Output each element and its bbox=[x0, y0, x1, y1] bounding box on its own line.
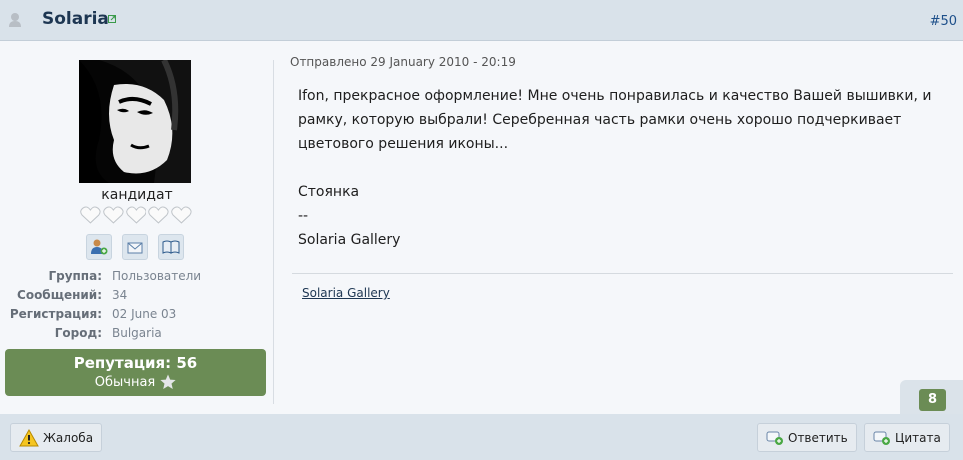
info-row-group: Группа: Пользователи bbox=[0, 267, 274, 286]
open-book-icon bbox=[162, 240, 180, 254]
user-offline-icon bbox=[9, 13, 21, 27]
envelope-icon bbox=[127, 242, 143, 254]
info-key: Сообщений: bbox=[17, 288, 102, 302]
rank-hearts bbox=[80, 206, 192, 226]
reply-icon bbox=[766, 431, 783, 445]
reply-label: Ответить bbox=[788, 430, 848, 445]
warning-icon bbox=[19, 428, 39, 446]
profile-action-icons bbox=[86, 234, 184, 260]
send-message-button[interactable] bbox=[122, 234, 148, 260]
avatar[interactable] bbox=[79, 60, 191, 183]
reputation-level-row: Обычная bbox=[5, 374, 266, 390]
info-row-registration: Регистрация: 02 June 03 bbox=[0, 305, 274, 324]
view-blog-button[interactable] bbox=[158, 234, 184, 260]
quote-label: Цитата bbox=[895, 430, 941, 445]
quote-icon bbox=[873, 431, 890, 445]
add-friend-icon bbox=[91, 239, 108, 255]
post-text-line: Ifon, прекрасное оформление! Мне очень п… bbox=[298, 88, 932, 104]
heart-icon bbox=[80, 206, 101, 224]
post-text-line: Стоянка bbox=[298, 184, 360, 200]
post-body: Ifon, прекрасное оформление! Мне очень п… bbox=[298, 84, 938, 252]
reputation-level: Обычная bbox=[94, 374, 156, 390]
author-profile-panel: кандидат Группа: Пользователи Сообщений:… bbox=[0, 42, 274, 414]
star-icon bbox=[160, 374, 176, 389]
signature-divider bbox=[292, 273, 953, 274]
post-date: Отправлено 29 January 2010 - 20:19 bbox=[290, 55, 516, 69]
report-label: Жалоба bbox=[43, 430, 94, 445]
info-value: Bulgaria bbox=[112, 326, 162, 340]
post-footer: Жалоба Ответить Цитата bbox=[0, 414, 963, 460]
signature-link[interactable]: Solaria Gallery bbox=[302, 286, 390, 300]
external-profile-icon[interactable] bbox=[108, 15, 116, 23]
info-row-posts: Сообщений: 34 bbox=[0, 286, 274, 305]
post-number-link[interactable]: #50 bbox=[930, 14, 957, 29]
column-divider bbox=[273, 60, 274, 404]
post-text-line: рамку, которую выбрали! Серебренная част… bbox=[298, 112, 902, 128]
post-text-line: -- bbox=[298, 208, 309, 224]
heart-icon bbox=[171, 206, 192, 224]
info-key: Группа: bbox=[48, 269, 102, 283]
post-text-line: цветового решения иконы... bbox=[298, 136, 509, 152]
reply-button[interactable]: Ответить bbox=[757, 423, 857, 452]
post-header: Solaria #50 bbox=[0, 0, 963, 41]
info-value: 02 June 03 bbox=[112, 307, 177, 321]
info-key: Город: bbox=[54, 326, 102, 340]
member-rank: кандидат bbox=[101, 187, 173, 203]
heart-icon bbox=[103, 206, 124, 224]
add-friend-button[interactable] bbox=[86, 234, 112, 260]
reputation-title: Репутация: 56 bbox=[73, 354, 198, 372]
member-info: Группа: Пользователи Сообщений: 34 Регис… bbox=[0, 267, 274, 343]
quote-button[interactable]: Цитата bbox=[864, 423, 950, 452]
info-key: Регистрация: bbox=[9, 307, 102, 321]
author-name-link[interactable]: Solaria bbox=[42, 9, 109, 29]
reputation-box: Репутация: 56 Обычная bbox=[5, 349, 266, 396]
info-value: 34 bbox=[112, 288, 128, 302]
post-text-line: Solaria Gallery bbox=[298, 232, 401, 248]
heart-icon bbox=[125, 206, 147, 224]
post-rating-count[interactable]: 8 bbox=[919, 389, 946, 411]
info-value: Пользователи bbox=[112, 269, 202, 283]
avatar-portrait-image bbox=[79, 60, 191, 183]
report-button[interactable]: Жалоба bbox=[10, 423, 103, 452]
info-row-city: Город: Bulgaria bbox=[0, 324, 274, 343]
heart-icon bbox=[148, 206, 169, 224]
